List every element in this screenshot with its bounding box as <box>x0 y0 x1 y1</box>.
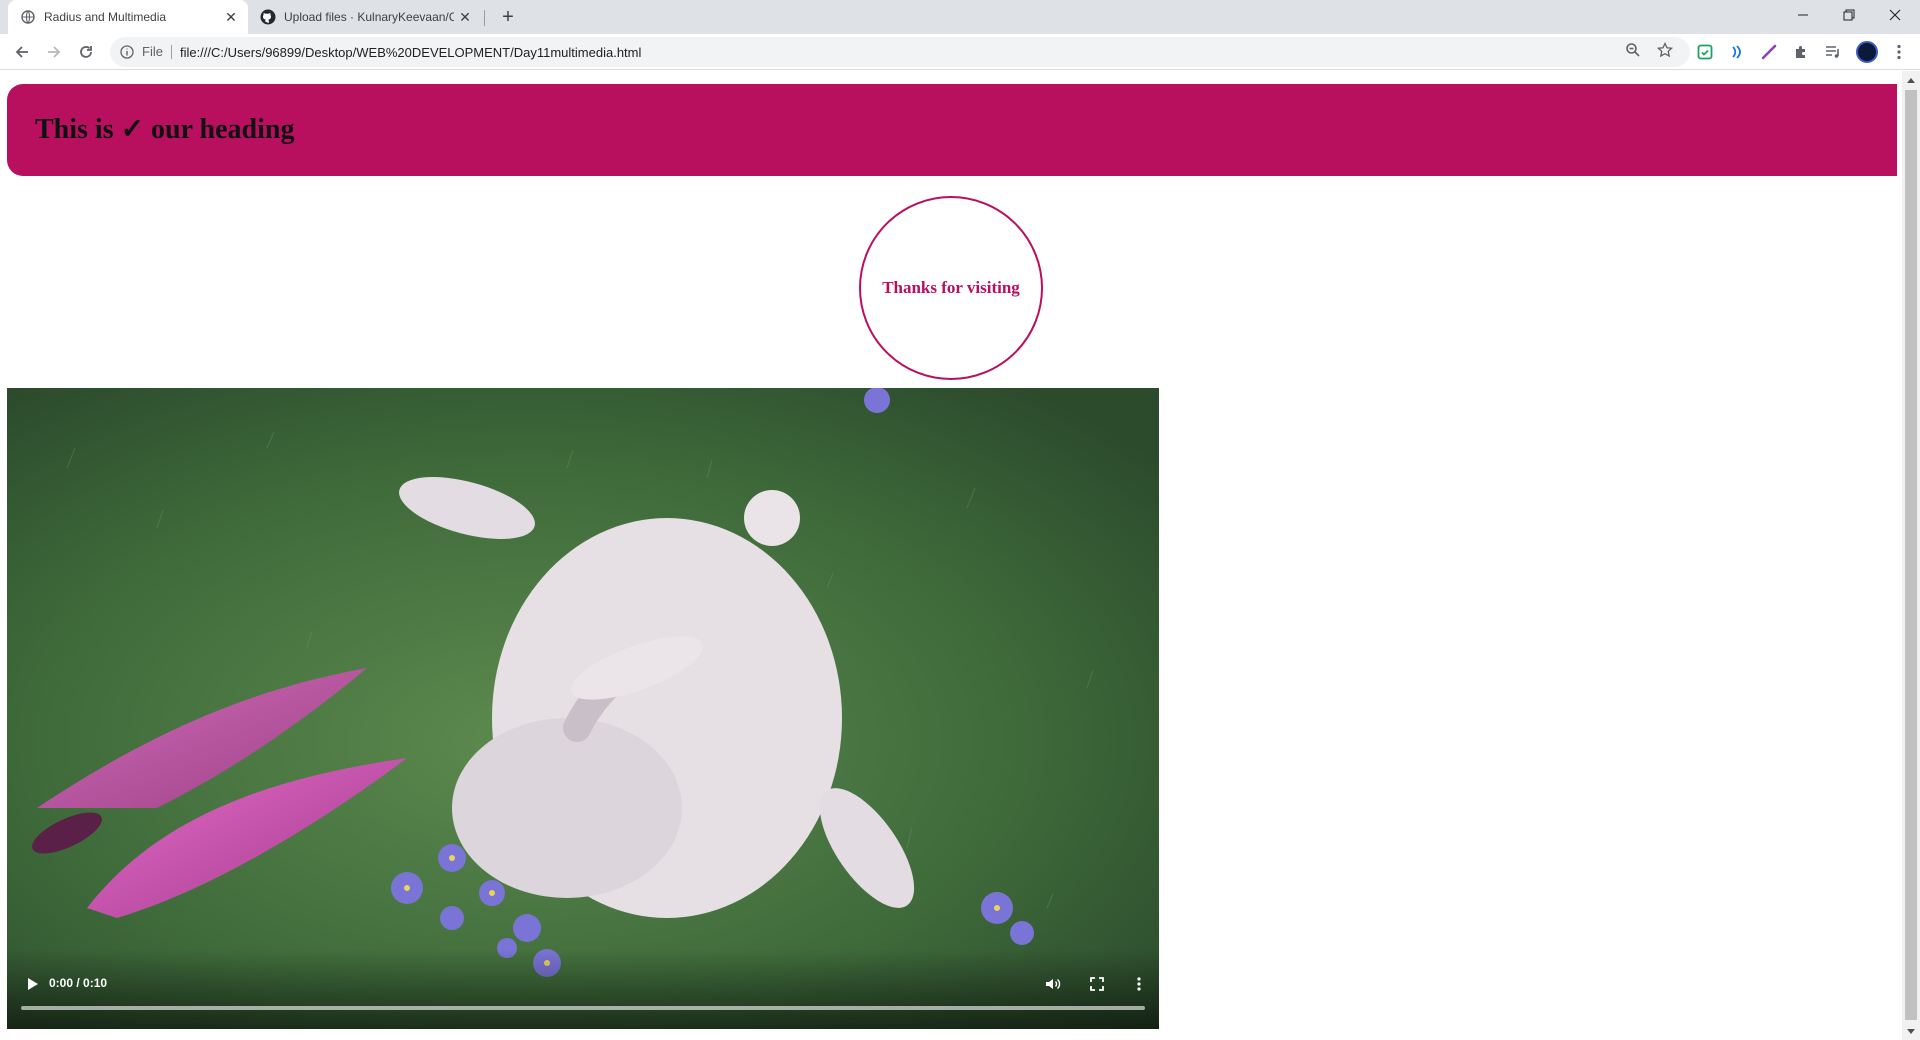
close-window-button[interactable] <box>1872 0 1918 30</box>
close-tab-icon[interactable]: ✕ <box>220 6 242 28</box>
github-icon <box>260 9 276 25</box>
reload-button[interactable] <box>72 38 100 66</box>
globe-icon <box>20 9 36 25</box>
extension-pen-icon[interactable] <box>1760 43 1778 61</box>
video-controls-backdrop <box>7 949 1159 1029</box>
browser-toolbar: File file:///C:/Users/96899/Desktop/WEB%… <box>0 34 1920 70</box>
minimize-button[interactable] <box>1780 0 1826 30</box>
more-vert-icon <box>1137 977 1141 991</box>
extension-green-icon[interactable] <box>1696 43 1714 61</box>
close-tab-icon[interactable]: ✕ <box>454 6 476 28</box>
back-button[interactable] <box>8 38 36 66</box>
profile-avatar[interactable] <box>1856 41 1878 63</box>
reload-icon <box>80 46 92 58</box>
volume-button[interactable] <box>1041 972 1065 996</box>
tab-title: Radius and Multimedia <box>44 10 167 24</box>
page-content: This is ✓ our heading Thanks for visitin… <box>0 71 1902 1040</box>
video-progress-bar[interactable] <box>21 1006 1145 1010</box>
video-more-options-button[interactable] <box>1127 972 1151 996</box>
address-bar[interactable]: File file:///C:/Users/96899/Desktop/WEB%… <box>110 37 1690 67</box>
volume-icon <box>1046 978 1061 990</box>
url-text[interactable]: file:///C:/Users/96899/Desktop/WEB%20DEV… <box>180 45 641 60</box>
browser-menu-icon[interactable] <box>1890 42 1908 62</box>
back-arrow-icon <box>15 46 28 58</box>
play-button[interactable] <box>21 972 45 996</box>
thanks-circle: Thanks for visiting <box>859 196 1043 380</box>
tab-title: Upload files · KulnaryKeevaan/CC <box>284 10 454 24</box>
video-frame <box>7 388 1159 1029</box>
restore-button[interactable] <box>1826 0 1872 30</box>
page-heading: This is ✓ our heading <box>35 114 295 145</box>
scheme-label: File <box>142 45 172 59</box>
media-control-icon[interactable] <box>1824 43 1842 61</box>
fullscreen-button[interactable] <box>1085 972 1109 996</box>
forward-button[interactable] <box>40 38 68 66</box>
tab-upload-files[interactable]: Upload files · KulnaryKeevaan/CC ✕ <box>250 0 482 34</box>
extensions-puzzle-icon[interactable] <box>1792 43 1810 61</box>
video-player[interactable]: 0:00 / 0:10 <box>7 388 1159 1029</box>
fullscreen-icon <box>1090 977 1104 991</box>
page-scrollbar[interactable] <box>1902 71 1920 1040</box>
tab-separator <box>484 10 485 26</box>
tab-strip: Radius and Multimedia ✕ Upload files · K… <box>0 0 1920 34</box>
info-icon[interactable] <box>118 43 136 61</box>
circle-text: Thanks for visiting <box>882 278 1020 297</box>
new-tab-button[interactable]: + <box>496 5 520 29</box>
heading-banner: This is ✓ our heading <box>7 84 1897 176</box>
scrollbar-thumb[interactable] <box>1905 90 1917 1020</box>
scroll-down-arrow-icon[interactable] <box>1902 1023 1920 1040</box>
bookmark-star-icon[interactable] <box>1656 41 1674 59</box>
extension-wave-icon[interactable] <box>1728 43 1746 61</box>
scroll-up-arrow-icon[interactable] <box>1902 71 1920 88</box>
forward-arrow-icon <box>48 46 61 58</box>
video-time: 0:00 / 0:10 <box>49 976 108 990</box>
play-icon <box>28 978 38 990</box>
tab-radius-multimedia[interactable]: Radius and Multimedia ✕ <box>8 0 248 34</box>
zoom-icon[interactable] <box>1624 41 1642 59</box>
